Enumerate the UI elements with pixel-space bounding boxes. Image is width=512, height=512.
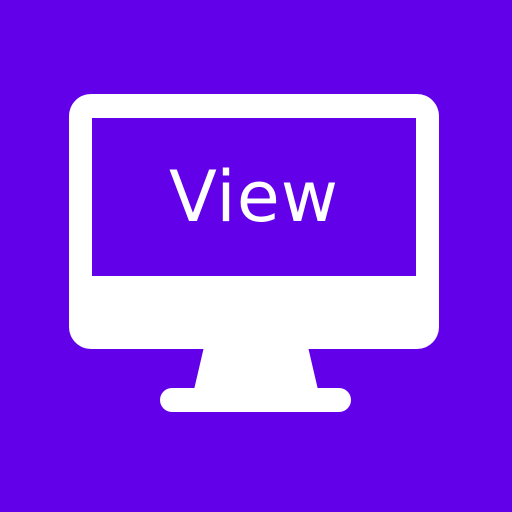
screen-label: View xyxy=(168,156,340,238)
app-icon[interactable]: View xyxy=(0,0,512,512)
